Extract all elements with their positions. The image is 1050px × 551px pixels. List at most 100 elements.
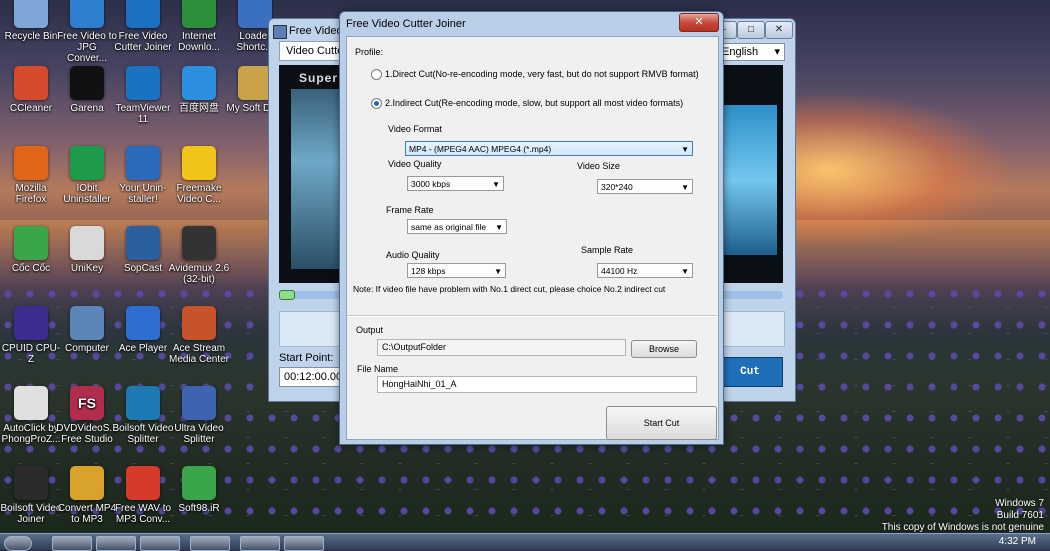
start-button[interactable] [4,536,32,551]
desktop-icon[interactable]: Soft98.iR [168,466,230,514]
desktop-icon-label: Free Video Cutter Joiner [114,31,172,53]
taskbar-explorer-button[interactable] [96,536,136,551]
desktop-icon-label: Convert MP4 to MP3 [57,503,117,525]
desktop-icon[interactable]: SopCast [112,226,174,274]
desktop-icon[interactable]: Mozilla Firefox [0,146,62,205]
fs-logo-icon: FS [70,386,104,420]
application-icon [126,146,160,180]
video-size-select[interactable]: 320*240 ▼ [597,179,693,194]
desktop-icon[interactable]: Free Video Cutter Joiner [112,0,174,53]
video-quality-value: 3000 kbps [411,179,451,189]
radio-direct-cut-label[interactable]: 1.Direct Cut(No-re-encoding mode, very f… [385,69,699,79]
video-format-value: MP4 - (MPEG4 AAC) MPEG4 (*.mp4) [409,144,552,154]
taskbar-app-button[interactable] [190,536,230,551]
taskbar: 4:32 PM [0,533,1050,551]
desktop-icon-label: Freemake Video C... [176,183,222,205]
desktop-icon-label: Avidemux 2.6 (32-bit) [168,263,230,285]
desktop-icon[interactable]: FS DVDVideoS... Free Studio [56,386,118,445]
start-cut-button[interactable]: Start Cut [606,406,717,440]
radio-direct-cut[interactable] [371,69,382,80]
desktop-icon[interactable]: 百度网盘 [168,66,230,114]
start-point-label: Start Point: [279,352,334,364]
chevron-down-icon: ▼ [681,145,689,154]
desktop-icon[interactable]: TeamViewer 11 [112,66,174,125]
taskbar-media-button[interactable] [140,536,180,551]
radio-indirect-cut-label[interactable]: 2.Indirect Cut(Re-encoding mode, slow, b… [385,98,683,108]
sample-rate-select[interactable]: 44100 Hz ▼ [597,263,693,278]
desktop-icon[interactable]: Your Unin-staller! [112,146,174,205]
application-icon [182,466,216,500]
application-icon [70,66,104,100]
desktop-icon[interactable]: IObit Uninstaller [56,146,118,205]
audio-quality-select[interactable]: 128 kbps ▼ [407,263,506,278]
video-quality-label: Video Quality [388,159,442,169]
language-select[interactable]: English ▾ [717,43,785,61]
application-icon [70,226,104,260]
maximize-button[interactable]: □ [737,21,765,39]
application-icon [70,306,104,340]
desktop-icon-label: SopCast [123,263,163,274]
note-text: Note: If video file have problem with No… [353,284,666,294]
seek-handle[interactable] [279,290,295,300]
application-icon [14,66,48,100]
settings-dialog: Free Video Cutter Joiner ✕ Profile: 1.Di… [339,11,724,445]
desktop-icon[interactable]: Ultra Video Splitter [168,386,230,445]
desktop-icon[interactable]: Free WAV to MP3 Conv... [112,466,174,525]
taskbar-coccoc-button[interactable] [240,536,280,551]
desktop-icon[interactable]: CCleaner [0,66,62,114]
desktop-icon[interactable]: Boilsoft Video Joiner [0,466,62,525]
desktop-icon[interactable]: Boilsoft Video Splitter [112,386,174,445]
taskbar-clock[interactable]: 4:32 PM [999,536,1036,547]
desktop-icon[interactable]: Ace Player [112,306,174,354]
video-size-value: 320*240 [601,182,633,192]
desktop-icon-label: Computer [65,343,109,354]
desktop-icon[interactable]: Convert MP4 to MP3 [56,466,118,525]
video-format-select[interactable]: MP4 - (MPEG4 AAC) MPEG4 (*.mp4) ▼ [405,141,693,156]
file-name-field[interactable]: HongHaiNhi_01_A [377,376,697,393]
desktop-icon-label: Free WAV to MP3 Conv... [114,503,172,525]
desktop-icon[interactable]: Garena [56,66,118,114]
close-button[interactable]: ✕ [765,21,793,39]
desktop-icon[interactable]: CPUID CPU-Z [0,306,62,365]
taskbar-video-cutter-button[interactable] [284,536,324,551]
chevron-down-icon: ▼ [681,183,689,192]
desktop-icon-label: IObit Uninstaller [63,183,111,205]
desktop-icon-label: Recycle Bin [4,31,58,42]
desktop-icon[interactable]: Freemake Video C... [168,146,230,205]
app-icon [273,25,287,39]
desktop-icon[interactable]: Cốc Cốc [0,226,62,274]
desktop-icon[interactable]: Avidemux 2.6 (32-bit) [168,226,230,285]
chevron-down-icon: ▼ [492,180,500,189]
desktop-icon[interactable]: UniKey [56,226,118,274]
desktop-icon-label: Garena [70,103,104,114]
desktop-icon-label: Ace Stream Media Center [168,343,230,365]
output-folder-field[interactable]: C:\OutputFolder [377,339,626,356]
video-size-label: Video Size [577,161,620,171]
desktop-icon-label: Your Unin-staller! [119,183,167,205]
preview-frame-left [291,89,341,269]
radio-indirect-cut[interactable] [371,98,382,109]
desktop-icon[interactable]: Recycle Bin [0,0,62,42]
application-icon [126,226,160,260]
application-icon [14,306,48,340]
desktop-icon[interactable]: Internet Downlo... [168,0,230,53]
dialog-client: Profile: 1.Direct Cut(No-re-encoding mod… [346,36,719,440]
desktop-icon[interactable]: Computer [56,306,118,354]
application-icon [70,0,104,28]
desktop-icon[interactable]: Free Video to JPG Conver... [56,0,118,64]
file-name-label: File Name [357,364,399,374]
video-quality-select[interactable]: 3000 kbps ▼ [407,176,504,191]
sample-rate-value: 44100 Hz [601,266,638,276]
browse-button[interactable]: Browse [631,340,697,358]
cut-button[interactable]: Cut [717,357,783,387]
application-icon [14,146,48,180]
frame-rate-select[interactable]: same as original file ▼ [407,219,507,234]
start-point-field[interactable]: 00:12:00.000 [279,367,348,387]
windows-build: Build 7601 [996,510,1044,521]
desktop-icon[interactable]: Ace Stream Media Center [168,306,230,365]
desktop-icon[interactable]: AutoClick by PhongProZ... [0,386,62,445]
taskbar-ie-button[interactable] [52,536,92,551]
dialog-close-button[interactable]: ✕ [679,13,719,32]
frame-rate-value: same as original file [411,222,487,232]
chevron-down-icon: ▼ [494,267,502,276]
